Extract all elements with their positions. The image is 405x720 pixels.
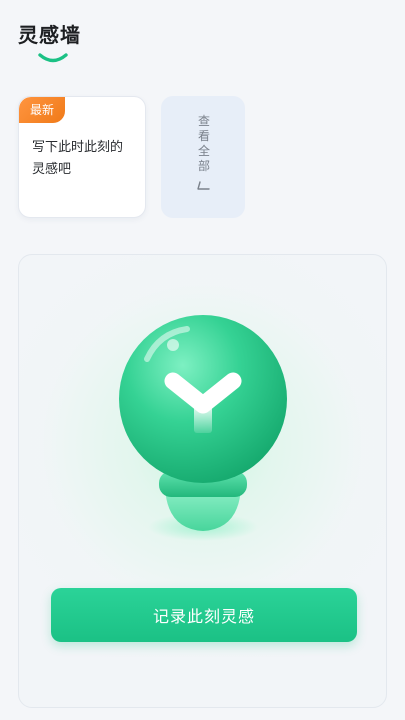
latest-inspiration-card[interactable]: 最新 写下此时此刻的灵感吧	[18, 96, 146, 218]
page-title: 灵感墙	[18, 23, 81, 47]
card-prompt-text: 写下此时此刻的灵感吧	[32, 140, 124, 177]
view-all-button[interactable]: 查看全部	[161, 96, 245, 218]
arrow-icon	[197, 181, 210, 190]
record-inspiration-button[interactable]: 记录此刻灵感	[51, 588, 357, 642]
header: 灵感墙	[18, 20, 138, 64]
lightbulb-icon	[119, 315, 287, 541]
view-all-label: 查看全部	[197, 114, 210, 173]
latest-badge: 最新	[19, 97, 65, 123]
inspiration-panel: 记录此刻灵感	[18, 254, 387, 708]
smile-curve-icon	[38, 53, 68, 63]
